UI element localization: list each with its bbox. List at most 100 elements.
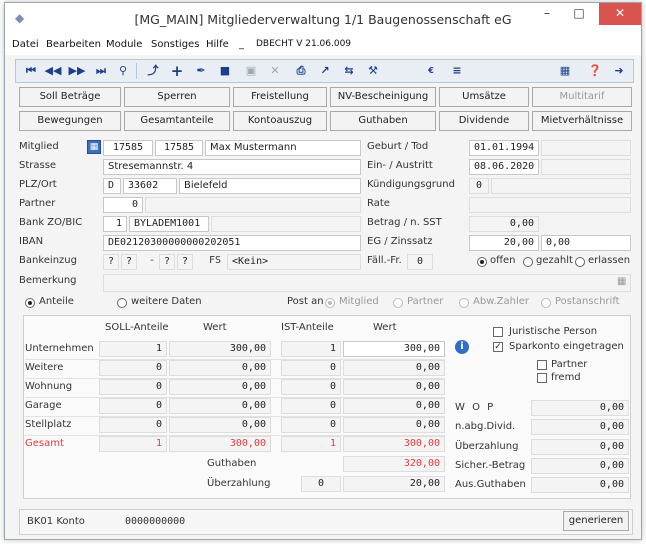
mitglied-number-field[interactable]: 17585 xyxy=(103,140,153,156)
soll-field[interactable]: 0 xyxy=(99,379,167,395)
soll-field[interactable]: 0 xyxy=(99,360,167,376)
wert1-field: 0,00 xyxy=(169,417,271,433)
geburt-field[interactable]: 01.01.1994 xyxy=(469,140,539,156)
bewegungen-button[interactable]: Bewegungen xyxy=(19,111,121,131)
edit-icon[interactable]: ✒ xyxy=(192,63,210,79)
post-abw-radio[interactable] xyxy=(459,298,469,308)
mitglied-number2-field[interactable]: 17585 xyxy=(155,140,203,156)
exit-icon[interactable]: ➜ xyxy=(610,63,628,79)
menu-sonstiges[interactable]: Sonstiges xyxy=(151,39,199,50)
nv-bescheinigung-button[interactable]: NV-Bescheinigung xyxy=(330,87,436,107)
eintritt-field[interactable]: 08.06.2020 xyxy=(469,159,539,175)
menu-separator: _ xyxy=(239,39,244,50)
currency-icon[interactable]: € xyxy=(422,63,440,79)
search-icon[interactable]: ⚲ xyxy=(114,63,132,79)
juristische-checkbox[interactable] xyxy=(493,327,503,337)
print-icon[interactable]: ⎙ xyxy=(292,63,310,79)
guthaben-button[interactable]: Guthaben xyxy=(330,111,436,131)
zinssatz-field[interactable]: 0,00 xyxy=(541,235,631,251)
fs-field[interactable]: <Kein> xyxy=(227,254,361,270)
menu-module[interactable]: Module xyxy=(106,39,142,50)
swap-icon[interactable]: ⇆ xyxy=(340,63,358,79)
post-anschrift-radio[interactable] xyxy=(541,298,551,308)
ort-field[interactable]: Bielefeld xyxy=(179,178,361,194)
faell-field[interactable]: 0 xyxy=(407,254,433,270)
generieren-button[interactable]: generieren xyxy=(563,511,629,531)
soll-field[interactable]: 0 xyxy=(99,398,167,414)
status-offen-radio[interactable] xyxy=(477,257,487,267)
kuendigung-field[interactable]: 0 xyxy=(469,178,489,194)
partner-name-field[interactable] xyxy=(145,197,361,213)
minimize-button[interactable]: – xyxy=(531,3,563,25)
member-name-field[interactable]: Max Mustermann xyxy=(205,140,361,156)
close-button[interactable]: ✕ xyxy=(599,3,641,25)
fs-label: FS xyxy=(209,255,222,266)
archive-icon[interactable]: ▦ xyxy=(556,63,574,79)
iban-field[interactable]: DE02120300000000202051 xyxy=(103,235,361,251)
kontoauszug-button[interactable]: Kontoauszug xyxy=(233,111,327,131)
gesamtanteile-button[interactable]: Gesamtanteile xyxy=(124,111,230,131)
bic-field[interactable]: BYLADEM1001 xyxy=(129,216,209,232)
post-mitglied-radio[interactable] xyxy=(325,298,335,308)
status-erlassen-radio[interactable] xyxy=(575,257,585,267)
soll-betraege-button[interactable]: Soll Beträge xyxy=(19,87,121,107)
ist-field[interactable]: 0 xyxy=(281,398,341,414)
dividende-button[interactable]: Dividende xyxy=(439,111,529,131)
anteile-radio[interactable] xyxy=(25,298,35,308)
austritt-field[interactable] xyxy=(541,159,631,175)
first-icon[interactable]: ⏮ xyxy=(22,63,40,79)
fremd-checkbox[interactable] xyxy=(537,373,547,383)
freistellung-button[interactable]: Freistellung xyxy=(233,87,327,107)
partner-checkbox[interactable] xyxy=(537,360,547,370)
umsaetze-button[interactable]: Umsätze xyxy=(439,87,529,107)
calc-icon[interactable]: ≡ xyxy=(448,63,466,79)
help-icon[interactable]: ❓ xyxy=(586,63,604,79)
ist-field[interactable]: 1 xyxy=(281,341,341,357)
tod-field[interactable] xyxy=(541,140,631,156)
fremd-label: fremd xyxy=(551,372,581,383)
last-icon[interactable]: ⏭ xyxy=(92,63,110,79)
next-icon[interactable]: ▶▶ xyxy=(68,63,86,79)
bank-no-field[interactable]: 1 xyxy=(103,216,127,232)
menu-hilfe[interactable]: Hilfe xyxy=(206,39,229,50)
post-partner-radio[interactable] xyxy=(393,298,403,308)
ist-field[interactable]: 0 xyxy=(281,417,341,433)
rate-field[interactable] xyxy=(469,197,631,213)
bemerkung-field[interactable] xyxy=(103,274,631,292)
eg-field[interactable]: 20,00 xyxy=(469,235,539,251)
prev-icon[interactable]: ◀◀ xyxy=(44,63,62,79)
menu-bearbeiten[interactable]: Bearbeiten xyxy=(46,39,101,50)
bankeinzug-field-d[interactable]: ? xyxy=(177,254,193,270)
delete-icon[interactable]: ■ xyxy=(216,63,234,79)
tools-icon[interactable]: ⚒ xyxy=(364,63,382,79)
multitarif-button[interactable]: Multitarif xyxy=(532,87,632,107)
sparkonto-checkbox[interactable]: ✓ xyxy=(493,342,503,352)
save-icon[interactable]: ▣ xyxy=(242,63,260,79)
bankeinzug-field-b[interactable]: ? xyxy=(121,254,137,270)
cancel-icon[interactable]: ✕ xyxy=(266,63,284,79)
status-gezahlt-radio[interactable] xyxy=(523,257,533,267)
grid-icon[interactable]: ▦ xyxy=(617,276,626,287)
footer-bar xyxy=(19,509,633,535)
mietverhaeltnisse-button[interactable]: Mietverhältnisse xyxy=(532,111,632,131)
plz-field[interactable]: 33602 xyxy=(123,178,177,194)
ist-field[interactable]: 0 xyxy=(281,360,341,376)
menu-datei[interactable]: Datei xyxy=(12,39,39,50)
land-field[interactable]: D xyxy=(103,178,121,194)
info-icon[interactable]: i xyxy=(455,340,469,354)
betrag-field[interactable]: 0,00 xyxy=(469,216,539,232)
pin-icon[interactable]: ⤴ xyxy=(144,63,162,79)
partner-field[interactable]: 0 xyxy=(103,197,143,213)
weitere-daten-radio[interactable] xyxy=(117,298,127,308)
bankeinzug-field-a[interactable]: ? xyxy=(103,254,119,270)
maximize-button[interactable]: □ xyxy=(563,3,595,25)
calendar-icon[interactable]: ▦ xyxy=(87,140,101,154)
soll-field[interactable]: 1 xyxy=(99,341,167,357)
soll-field[interactable]: 0 xyxy=(99,417,167,433)
add-icon[interactable]: + xyxy=(168,63,186,79)
bankeinzug-field-c[interactable]: ? xyxy=(159,254,175,270)
export-icon[interactable]: ↗ xyxy=(316,63,334,79)
strasse-field[interactable]: Stresemannstr. 4 xyxy=(103,159,361,175)
sperren-button[interactable]: Sperren xyxy=(124,87,230,107)
ist-field[interactable]: 0 xyxy=(281,379,341,395)
